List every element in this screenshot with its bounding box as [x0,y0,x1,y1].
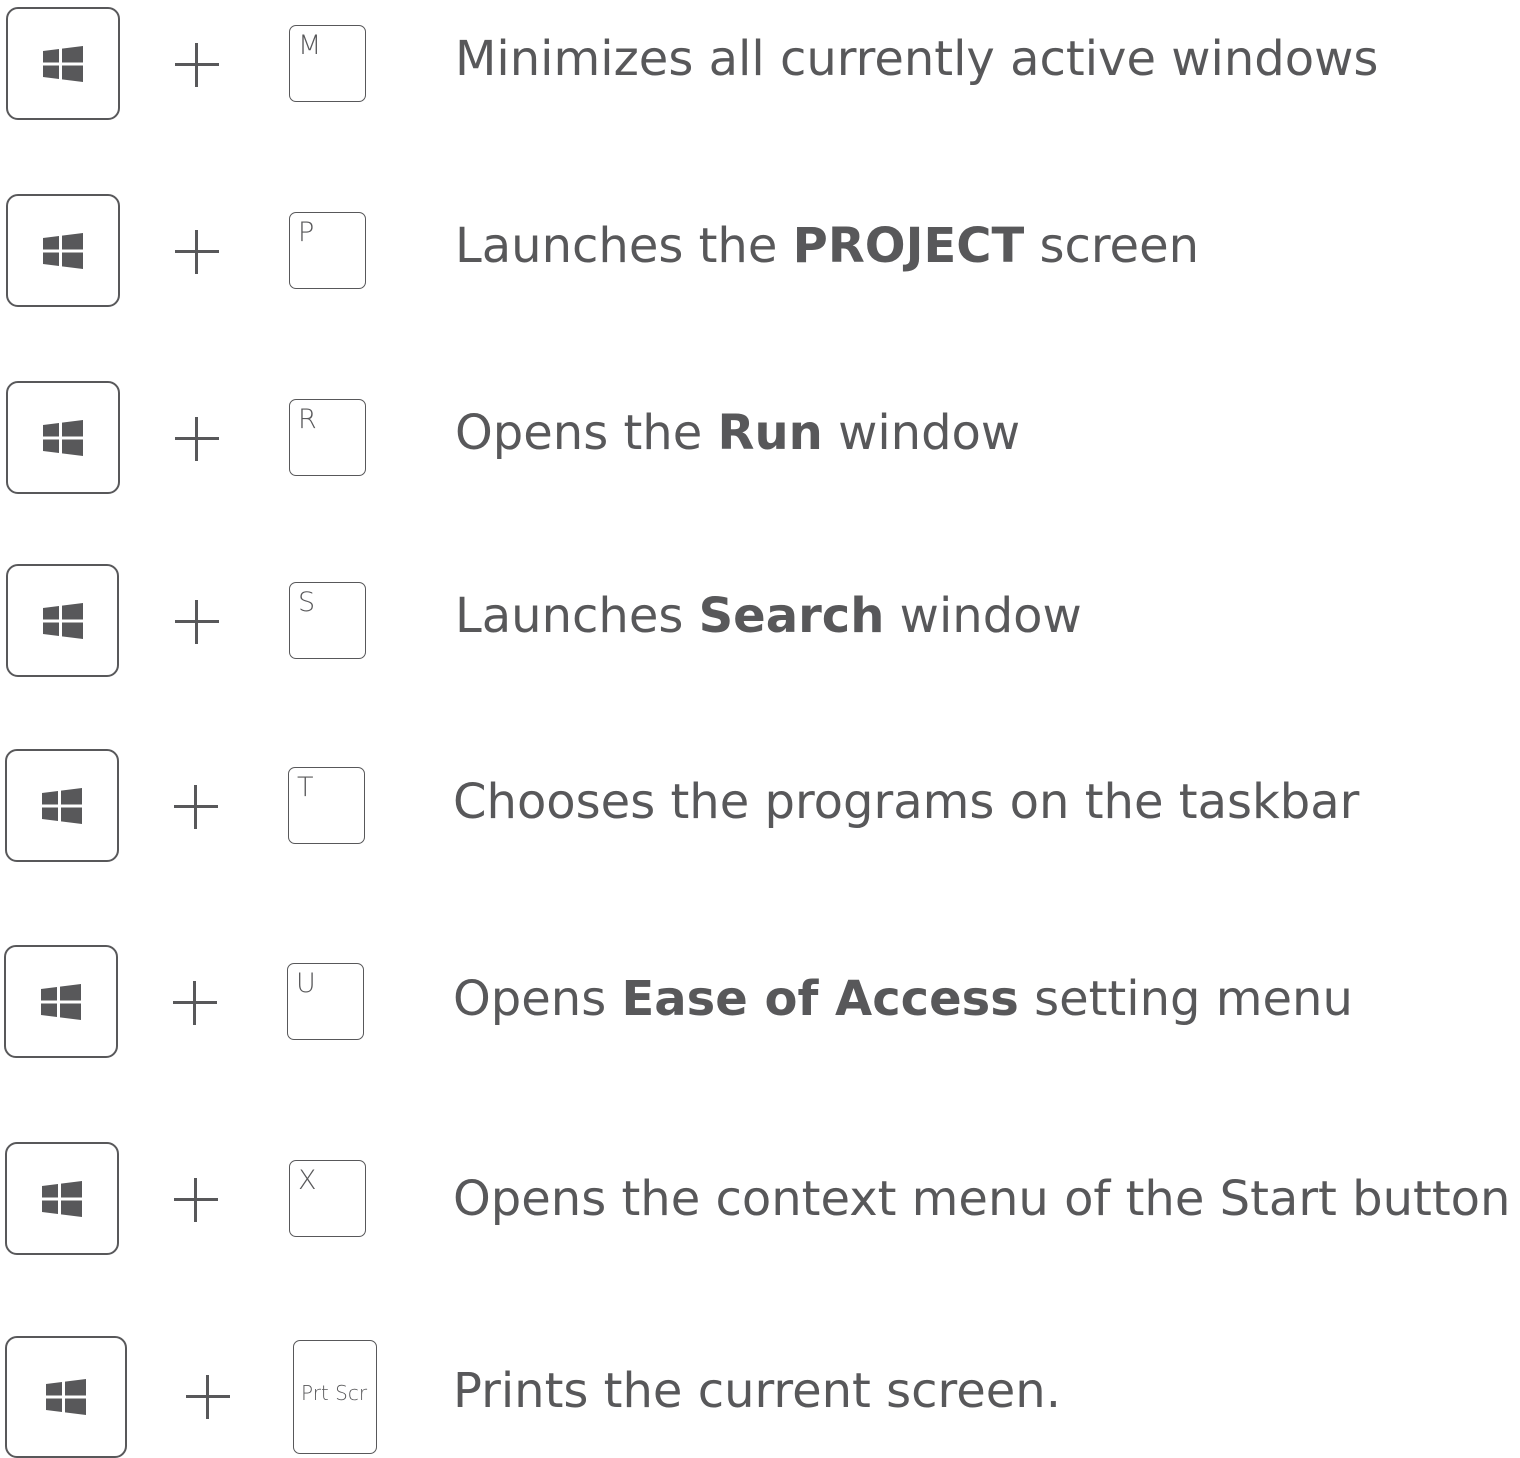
shortcut-row: P Launches the PROJECT screen [0,187,1520,307]
plus-icon [174,785,218,829]
key-label: Prt Scr [301,1381,368,1405]
shortcut-row: R Opens the Run window [0,374,1520,494]
windows-logo-icon [41,983,81,1020]
key-label: R [298,404,317,435]
windows-logo-icon [42,1180,82,1217]
windows-key [5,1142,119,1255]
shortcut-row: Prt Scr Prints the current screen. [0,1329,1520,1458]
plus-icon [175,417,219,461]
windows-logo-icon [42,602,83,639]
shortcut-row: X Opens the context menu of the Start bu… [0,1135,1520,1255]
letter-key: X [289,1160,366,1237]
key-label: X [298,1165,317,1196]
plus-icon [174,1178,218,1222]
letter-key: M [289,25,366,102]
shortcut-description: Opens Ease of Access setting menu [453,971,1353,1027]
windows-key [6,194,120,307]
key-label: P [298,217,315,248]
windows-logo-icon [46,1379,86,1415]
letter-key: S [289,582,366,659]
shortcut-row: T Chooses the programs on the taskbar [0,742,1520,862]
key-label: T [297,772,314,803]
prtscr-key: Prt Scr [293,1340,377,1454]
shortcut-description: Opens the Run window [455,405,1021,461]
plus-icon [186,1375,230,1419]
shortcut-row: M Minimizes all currently active windows [0,0,1520,120]
plus-icon [175,43,219,87]
windows-logo-icon [42,787,82,824]
letter-key: R [289,399,366,476]
windows-logo-icon [43,45,83,82]
windows-key [6,7,120,120]
windows-logo-icon [43,232,83,269]
key-label: S [298,587,316,618]
shortcut-description: Minimizes all currently active windows [455,31,1379,87]
shortcut-row: S Launches Search window [0,557,1520,677]
windows-key [6,381,120,494]
shortcut-description: Prints the current screen. [453,1363,1061,1419]
shortcut-description: Launches the PROJECT screen [455,218,1200,274]
letter-key: U [287,963,364,1040]
shortcut-description: Chooses the programs on the taskbar [453,774,1360,830]
windows-key [5,1336,127,1458]
shortcut-description: Opens the context menu of the Start butt… [453,1171,1511,1227]
key-label: M [298,30,322,61]
letter-key: T [288,767,365,844]
plus-icon [175,600,219,644]
shortcut-description: Launches Search window [455,588,1082,644]
key-label: U [296,968,316,999]
windows-logo-icon [43,419,83,456]
windows-key [6,564,119,677]
plus-icon [175,230,219,274]
letter-key: P [289,212,366,289]
plus-icon [173,981,217,1025]
windows-key [5,749,119,862]
shortcut-row: U Opens Ease of Access setting menu [0,938,1520,1058]
windows-key [4,945,118,1058]
